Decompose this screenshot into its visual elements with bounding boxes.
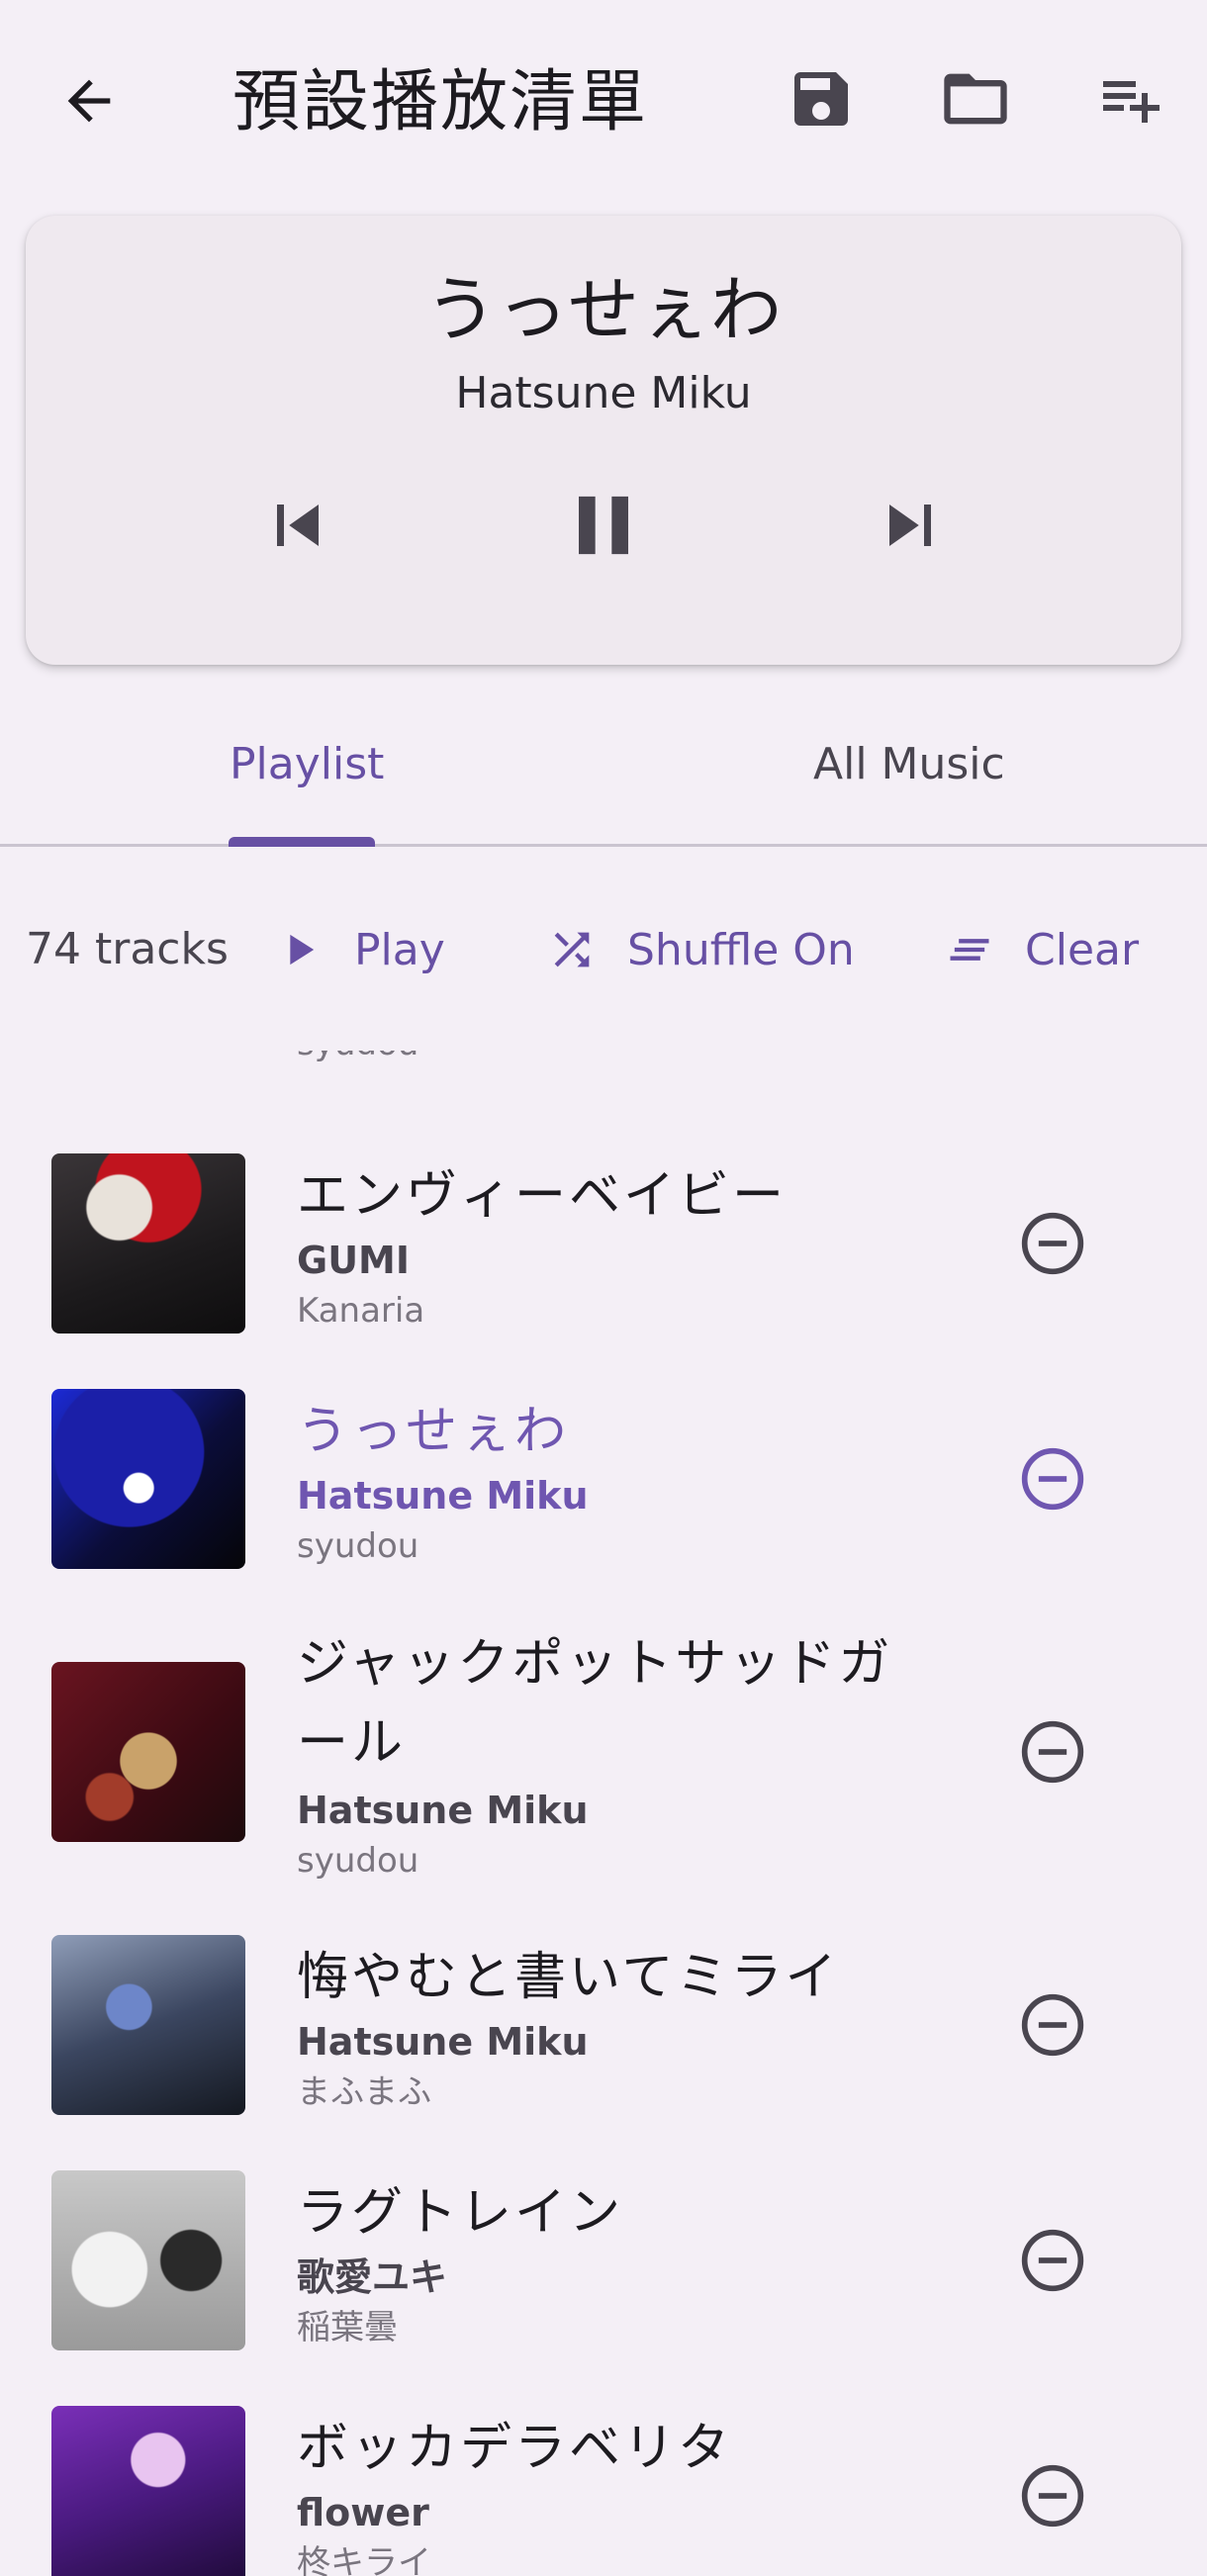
track-artist: 歌愛ユキ bbox=[297, 2255, 448, 2299]
clear-label: Clear bbox=[1025, 924, 1140, 975]
now-playing-card: うっせぇわ Hatsune Miku bbox=[26, 216, 1181, 665]
track-title: ボッカデラベリタ bbox=[297, 2419, 733, 2478]
remove-icon[interactable] bbox=[1019, 1991, 1086, 2059]
album-art bbox=[51, 1389, 245, 1569]
shuffle-icon bbox=[554, 932, 590, 967]
tab-divider bbox=[0, 844, 1207, 847]
track-artist: Hatsune Miku bbox=[297, 1474, 589, 1518]
tab-bar: Playlist All Music bbox=[0, 712, 1207, 845]
track-title: エンヴィーベイビー bbox=[297, 1166, 788, 1226]
play-icon bbox=[290, 934, 315, 966]
album-art bbox=[51, 1153, 245, 1334]
playlist-add-icon bbox=[1103, 81, 1160, 123]
pause-icon bbox=[579, 496, 628, 555]
pause-button[interactable] bbox=[549, 471, 658, 580]
back-button[interactable] bbox=[49, 61, 129, 140]
skip-previous-icon bbox=[277, 505, 319, 546]
clear-button[interactable]: Clear bbox=[940, 895, 1139, 1004]
track-count: 74 tracks bbox=[26, 924, 229, 974]
open-folder-button[interactable] bbox=[936, 59, 1015, 138]
play-all-button[interactable]: Play bbox=[269, 895, 445, 1004]
playlist-toolbar: 74 tracks Play Shuffle On Clear bbox=[0, 895, 1207, 1004]
track-list[interactable]: syudou エンヴィーベイビー GUMI Kanaria うっせぇわ Hats… bbox=[0, 1051, 1207, 2576]
tab-all-music[interactable]: All Music bbox=[0, 712, 1207, 845]
album-art bbox=[51, 2170, 245, 2350]
album-art bbox=[51, 2406, 245, 2576]
page-title: 預設播放清單 bbox=[232, 63, 649, 141]
tab-indicator bbox=[229, 837, 375, 847]
folder-icon bbox=[944, 73, 1007, 125]
remove-icon[interactable] bbox=[1019, 1210, 1086, 1277]
track-composer: 稲葉曇 bbox=[297, 2308, 398, 2347]
save-icon bbox=[794, 72, 848, 126]
previous-button[interactable] bbox=[243, 471, 352, 580]
add-to-playlist-button[interactable] bbox=[1090, 59, 1169, 138]
play-label: Play bbox=[354, 924, 445, 975]
save-button[interactable] bbox=[782, 59, 861, 138]
next-button[interactable] bbox=[856, 471, 965, 580]
track-composer: syudou bbox=[297, 1841, 419, 1881]
track-composer: syudou bbox=[297, 1051, 418, 1068]
track-artist: flower bbox=[297, 2491, 429, 2534]
remove-icon[interactable] bbox=[1019, 2462, 1086, 2530]
remove-icon[interactable] bbox=[1019, 1445, 1086, 1513]
clear-all-icon bbox=[950, 939, 989, 961]
shuffle-label: Shuffle On bbox=[627, 924, 855, 975]
track-title: ラグトレイン bbox=[297, 2183, 624, 2243]
skip-next-icon bbox=[889, 505, 931, 546]
app-bar: 預設播放清單 bbox=[0, 0, 1207, 208]
track-title: ジャックポットサッドガール bbox=[297, 1634, 893, 1773]
remove-icon[interactable] bbox=[1019, 2227, 1086, 2294]
track-composer: まふまふ bbox=[297, 2072, 431, 2112]
track-composer: syudou bbox=[297, 1526, 419, 1566]
track-artist: GUMI bbox=[297, 1239, 410, 1282]
track-title: 悔やむと書いてミライ bbox=[297, 1948, 840, 2007]
remove-icon[interactable] bbox=[1019, 1718, 1086, 1786]
track-title: うっせぇわ bbox=[297, 1402, 570, 1461]
shuffle-button[interactable]: Shuffle On bbox=[542, 895, 855, 1004]
album-art bbox=[51, 1662, 245, 1842]
track-artist: Hatsune Miku bbox=[297, 1789, 589, 1832]
arrow-back-icon bbox=[67, 79, 111, 123]
tab-all-music-label: All Music bbox=[813, 739, 1005, 789]
track-composer: Kanaria bbox=[297, 1291, 425, 1331]
now-playing-title: うっせぇわ bbox=[424, 268, 782, 351]
track-composer: 柊キライ bbox=[297, 2543, 431, 2576]
album-art bbox=[51, 1935, 245, 2115]
now-playing-artist: Hatsune Miku bbox=[455, 368, 752, 418]
track-artist: Hatsune Miku bbox=[297, 2020, 589, 2064]
